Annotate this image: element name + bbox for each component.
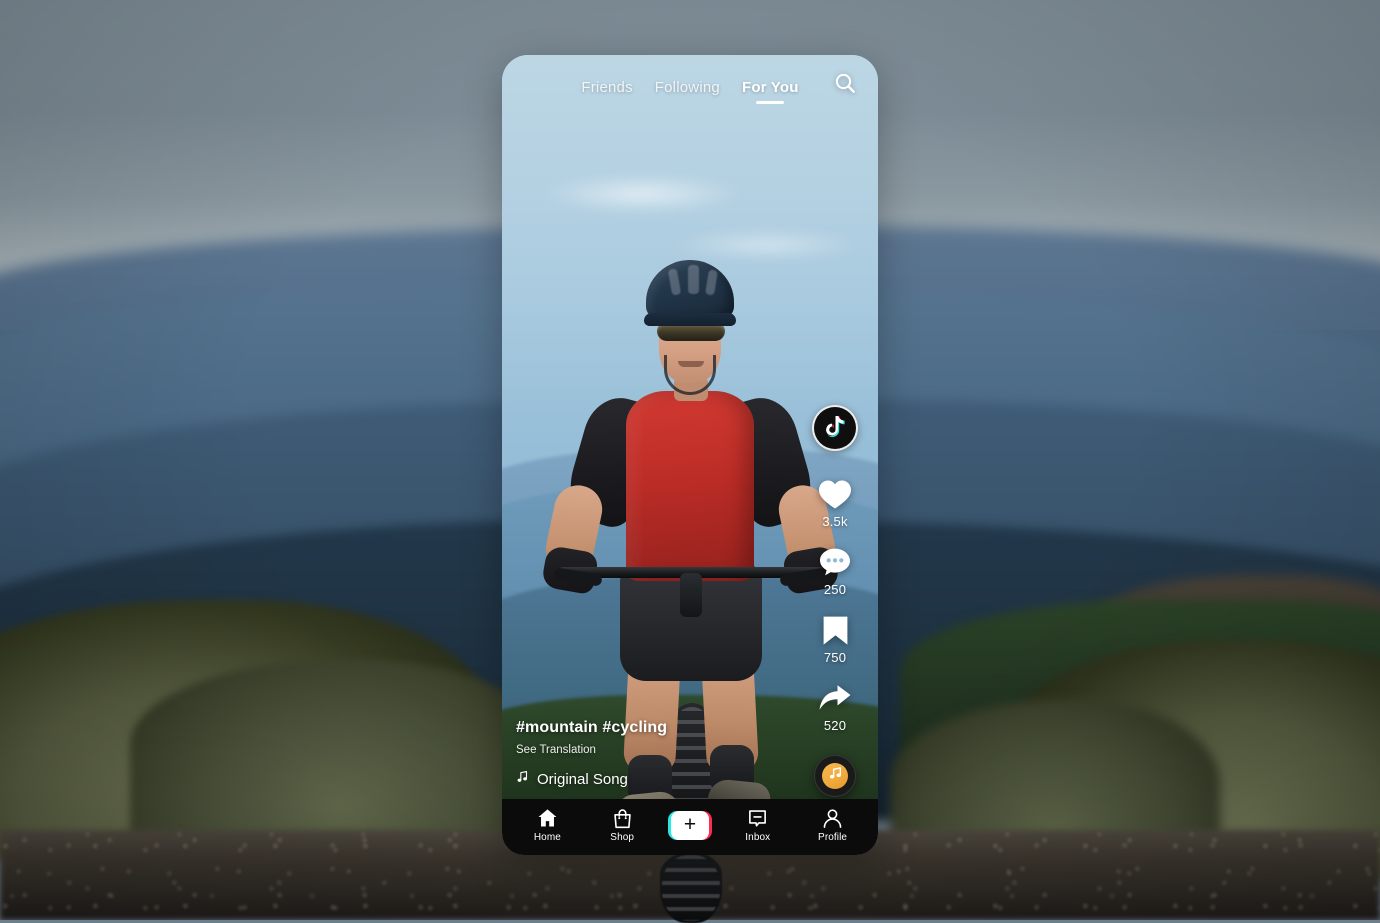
like-button[interactable]: 3.5k [815, 475, 855, 529]
song-title: Original Song [537, 771, 628, 788]
comment-icon [815, 543, 855, 581]
bottom-navigation: Home Shop + [502, 799, 878, 855]
nav-item-shop[interactable]: Shop [593, 807, 651, 843]
tab-following[interactable]: Following [655, 79, 720, 103]
music-note-icon [828, 766, 843, 786]
video-caption: #mountain #cycling See Translation Origi… [516, 719, 756, 789]
inbox-message-icon [747, 807, 768, 829]
nav-item-profile[interactable]: Profile [804, 807, 862, 843]
nav-item-inbox[interactable]: Inbox [729, 807, 787, 843]
music-disc-center [822, 763, 848, 789]
nav-item-home-label: Home [534, 832, 561, 843]
music-note-icon [516, 770, 529, 789]
tab-for-you[interactable]: For You [742, 79, 799, 103]
share-icon [815, 679, 855, 717]
bookmark-count: 750 [824, 650, 846, 665]
share-count: 520 [824, 718, 846, 733]
bookmark-icon [815, 611, 855, 649]
nav-item-shop-label: Shop [610, 832, 634, 843]
heart-icon [815, 475, 855, 513]
tab-friends-label: Friends [581, 79, 632, 96]
tiktok-logo-icon [822, 412, 848, 445]
tab-following-label: Following [655, 79, 720, 96]
nav-item-home[interactable]: Home [518, 807, 576, 843]
plus-icon: + [684, 814, 696, 835]
search-icon [833, 71, 857, 100]
home-icon [537, 807, 558, 829]
author-avatar[interactable] [812, 405, 858, 451]
comment-count: 250 [824, 582, 846, 597]
create-video-button[interactable]: + [668, 811, 712, 840]
see-translation-link[interactable]: See Translation [516, 744, 756, 756]
action-rail: 3.5k 250 [802, 405, 868, 797]
bookmark-button[interactable]: 750 [815, 611, 855, 665]
phone-mockup: Friends Following For You [502, 55, 878, 855]
shopping-bag-icon [612, 807, 633, 829]
like-count: 3.5k [822, 514, 847, 529]
tab-friends[interactable]: Friends [581, 79, 632, 103]
share-button[interactable]: 520 [815, 679, 855, 733]
nav-item-inbox-label: Inbox [745, 832, 770, 843]
nav-item-profile-label: Profile [818, 832, 847, 843]
bike-tire-knobs-below-frame [662, 855, 720, 921]
top-navigation: Friends Following For You [502, 55, 878, 113]
caption-hashtags[interactable]: #mountain #cycling [516, 719, 756, 737]
song-row[interactable]: Original Song [516, 770, 756, 789]
person-icon [822, 807, 843, 829]
music-disc-button[interactable] [814, 755, 856, 797]
active-tab-indicator [756, 101, 784, 104]
comment-button[interactable]: 250 [815, 543, 855, 597]
app-ui-overlay: Friends Following For You [502, 55, 878, 855]
search-button[interactable] [830, 70, 860, 100]
tab-for-you-label: For You [742, 79, 799, 96]
create-button-face: + [671, 811, 709, 840]
